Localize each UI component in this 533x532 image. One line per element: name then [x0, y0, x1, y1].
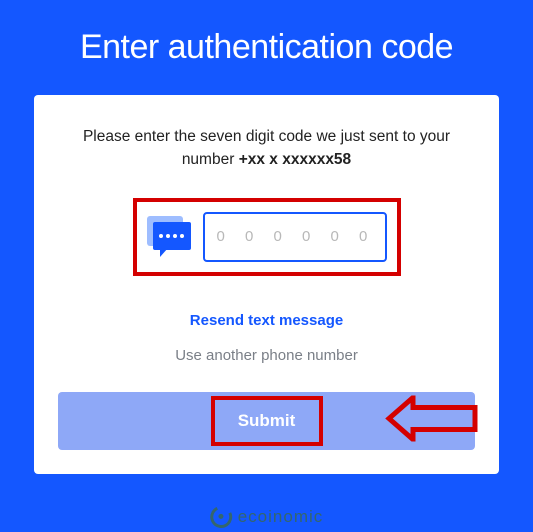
submit-label: Submit: [238, 411, 296, 430]
instruction-text: Please enter the seven digit code we jus…: [58, 125, 475, 172]
use-another-number-link[interactable]: Use another phone number: [58, 347, 475, 364]
code-input-zone-highlight: [133, 198, 401, 276]
masked-phone-number: +xx x xxxxxx58: [239, 151, 352, 168]
page-title: Enter authentication code: [0, 0, 533, 95]
resend-link[interactable]: Resend text message: [58, 312, 475, 329]
sms-icon: [147, 216, 191, 258]
watermark-text: ecoinomic: [238, 507, 324, 527]
submit-row: Submit: [58, 392, 475, 450]
watermark-logo-icon: [207, 503, 235, 531]
auth-code-input[interactable]: [203, 212, 387, 262]
submit-button[interactable]: Submit: [58, 392, 475, 450]
watermark: ecoinomic: [210, 506, 324, 528]
auth-card: Please enter the seven digit code we jus…: [34, 95, 499, 474]
